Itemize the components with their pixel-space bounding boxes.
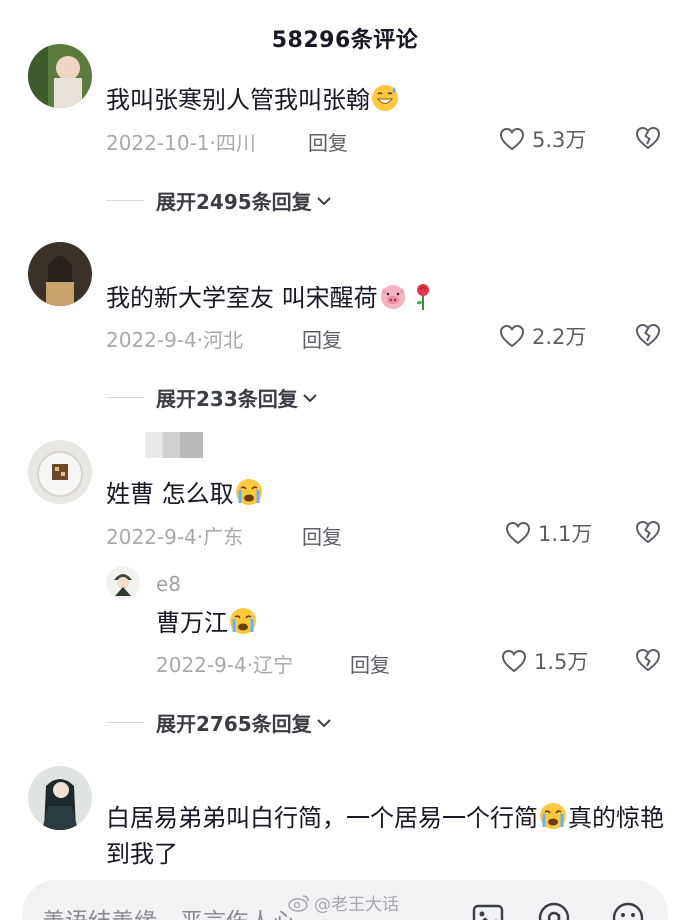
avatar[interactable]	[28, 44, 92, 108]
chevron-down-icon	[303, 393, 317, 402]
crying-face-emoji-icon	[230, 608, 256, 634]
like-count: 1.5万	[534, 650, 589, 674]
expand-replies-button[interactable]: 展开2765条回复	[106, 708, 334, 737]
comments-header: 58296条评论	[0, 0, 690, 76]
comment-meta: 2022-9-4·广东	[106, 525, 244, 549]
broken-heart-icon[interactable]	[634, 646, 662, 674]
reply-username[interactable]: e8	[156, 572, 181, 596]
reply-button[interactable]: 回复	[302, 324, 342, 353]
avatar[interactable]	[28, 766, 92, 830]
avatar[interactable]	[28, 440, 92, 504]
reply-meta: 2022-9-4·辽宁	[156, 653, 294, 677]
reply-button[interactable]: 回复	[308, 127, 348, 156]
reply-text: 曹万江	[156, 605, 258, 641]
crying-face-emoji-icon	[235, 479, 262, 505]
chevron-down-icon	[316, 196, 331, 205]
comment-count-title: 58296条评论	[271, 28, 419, 53]
avatar[interactable]	[28, 242, 92, 306]
like-count: 1.1万	[538, 522, 593, 546]
heart-icon	[501, 649, 527, 673]
broken-heart-icon[interactable]	[634, 124, 662, 152]
comment-text: 我叫张寒别人管我叫张翰	[106, 82, 400, 118]
like-count: 2.2万	[532, 325, 587, 349]
divider	[106, 397, 144, 398]
rose-emoji-icon	[416, 284, 429, 310]
comment-text: 白居易弟弟叫白行简，一个居易一个行简 真的惊艳到我了	[106, 800, 666, 872]
expand-replies-button[interactable]: 展开233条回复	[106, 383, 320, 412]
like-button[interactable]: 2.2万	[498, 321, 586, 351]
chevron-down-icon	[316, 718, 331, 727]
grinning-sweat-emoji-icon	[372, 85, 398, 111]
expand-replies-button[interactable]: 展开2495条回复	[106, 186, 334, 215]
like-button[interactable]: 5.3万	[498, 124, 586, 154]
avatar[interactable]	[106, 566, 140, 600]
like-count: 5.3万	[532, 128, 587, 152]
crying-face-emoji-icon	[540, 803, 566, 829]
comment-text: 我的新大学室友 叫宋醒荷	[106, 280, 438, 316]
heart-icon	[499, 127, 525, 151]
watermark: @老王大话	[288, 890, 399, 915]
weibo-icon	[288, 894, 309, 912]
divider	[106, 722, 144, 723]
like-button[interactable]: 1.1万	[504, 518, 592, 548]
comment-meta: 2022-9-4·河北	[106, 328, 244, 352]
username-blurred	[145, 432, 203, 458]
broken-heart-icon[interactable]	[634, 518, 662, 546]
heart-icon	[499, 324, 525, 348]
image-icon[interactable]	[470, 900, 506, 920]
broken-heart-icon[interactable]	[634, 321, 662, 349]
divider	[106, 200, 144, 201]
mention-icon[interactable]	[536, 900, 572, 920]
reply-button[interactable]: 回复	[302, 521, 342, 550]
like-button[interactable]: 1.5万	[500, 646, 588, 676]
heart-icon	[505, 521, 531, 545]
reply-button[interactable]: 回复	[350, 649, 390, 678]
pig-face-emoji-icon	[380, 285, 405, 309]
emoji-icon[interactable]	[610, 900, 646, 920]
comment-meta: 2022-10-1·四川	[106, 131, 256, 155]
comment-input-placeholder[interactable]: 善语结善缘，恶言伤人心	[42, 902, 295, 920]
comment-text: 姓曹 怎么取	[106, 476, 264, 512]
